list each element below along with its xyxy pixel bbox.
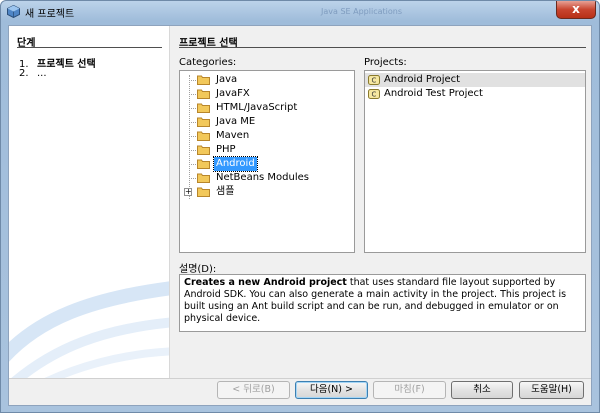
folder-icon: [197, 159, 210, 169]
tree-item-netbeans-modules[interactable]: NetBeans Modules: [180, 171, 354, 185]
tree-connector: [189, 178, 196, 179]
tree-item-java[interactable]: Java: [180, 73, 354, 87]
back-button[interactable]: < 뒤로(B): [217, 381, 290, 399]
netbeans-cube-icon: [7, 5, 20, 18]
folder-icon: [197, 131, 210, 141]
projects-list[interactable]: C Android Project C Android Test Project: [364, 70, 586, 253]
tree-item-android[interactable]: Android: [180, 156, 354, 172]
tree-connector: [189, 94, 196, 95]
tree-item-maven[interactable]: Maven: [180, 129, 354, 143]
project-item-android-test-project[interactable]: C Android Test Project: [365, 87, 585, 101]
tree-item-javafx[interactable]: JavaFX: [180, 87, 354, 101]
next-button[interactable]: 다음(N) >: [295, 381, 368, 399]
decorative-swirl: [9, 281, 169, 378]
close-button[interactable]: x: [556, 1, 596, 19]
description-box: Creates a new Android project that uses …: [179, 274, 586, 332]
svg-text:C: C: [372, 77, 377, 85]
categories-label: Categories:: [179, 57, 237, 68]
tree-connector: [189, 164, 196, 165]
project-template-icon: C: [368, 75, 380, 85]
background-window-title: Java SE Applications: [321, 7, 402, 16]
tree-item-label: JavaFX: [216, 88, 250, 99]
title-divider: [179, 47, 586, 48]
steps-panel: 단계 1. 프로젝트 선택 2....: [9, 26, 170, 378]
folder-icon: [197, 75, 210, 85]
tree-connector: [189, 150, 196, 151]
help-button[interactable]: 도움말(H): [519, 381, 584, 399]
folder-icon: [197, 117, 210, 127]
steps-divider: [17, 47, 162, 48]
tree-connector: [189, 108, 196, 109]
description-label: 설명(D):: [179, 264, 217, 275]
tree-item-label-selected: Android: [213, 156, 258, 172]
tree-item-label: Maven: [216, 130, 250, 141]
cancel-button[interactable]: 취소: [451, 381, 513, 399]
dialog-window: 새 프로젝트 Java SE Applications x 단계 1. 프로젝트 …: [0, 0, 600, 413]
folder-icon: [197, 103, 210, 113]
projects-label: Projects:: [364, 57, 407, 68]
tree-item-label: Java: [216, 74, 238, 85]
folder-icon: [197, 89, 210, 99]
close-icon: x: [572, 2, 580, 16]
tree-connector: [189, 80, 196, 81]
tree-item-php[interactable]: PHP: [180, 143, 354, 157]
folder-icon: [197, 145, 210, 155]
tree-item-label: PHP: [216, 144, 236, 155]
button-bar-divider: [9, 378, 591, 379]
title-bar[interactable]: 새 프로젝트 Java SE Applications x: [1, 1, 599, 23]
tree-item-samples[interactable]: + 샘플: [180, 185, 354, 199]
tree-item-java-me[interactable]: Java ME: [180, 115, 354, 129]
window-title: 새 프로젝트: [25, 9, 75, 20]
project-item-label: Android Test Project: [384, 88, 483, 99]
description-bold-text: Creates a new Android project: [184, 277, 347, 288]
svg-text:C: C: [372, 91, 377, 99]
dialog-client-area: 단계 1. 프로젝트 선택 2.... 프로젝트 선택 Categories: P…: [8, 25, 592, 406]
categories-tree[interactable]: Java JavaFX HTML/JavaScript Java ME Mave: [179, 70, 355, 253]
project-item-label: Android Project: [384, 74, 461, 85]
tree-item-html-javascript[interactable]: HTML/JavaScript: [180, 101, 354, 115]
tree-item-label: NetBeans Modules: [216, 172, 309, 183]
step-label: ...: [37, 68, 47, 79]
finish-button[interactable]: 마침(F): [373, 381, 446, 399]
folder-icon: [197, 187, 210, 197]
tree-item-label: Java ME: [216, 116, 256, 127]
expand-icon[interactable]: +: [184, 188, 192, 196]
project-item-android-project[interactable]: C Android Project: [365, 73, 585, 87]
tree-connector: [189, 136, 196, 137]
tree-item-label: 샘플: [216, 186, 235, 197]
tree-item-label: HTML/JavaScript: [216, 102, 298, 113]
folder-icon: [197, 173, 210, 183]
project-template-icon: C: [368, 89, 380, 99]
step-item-2: 2....: [19, 68, 47, 79]
tree-connector: [189, 122, 196, 123]
step-number: 2.: [19, 68, 29, 79]
